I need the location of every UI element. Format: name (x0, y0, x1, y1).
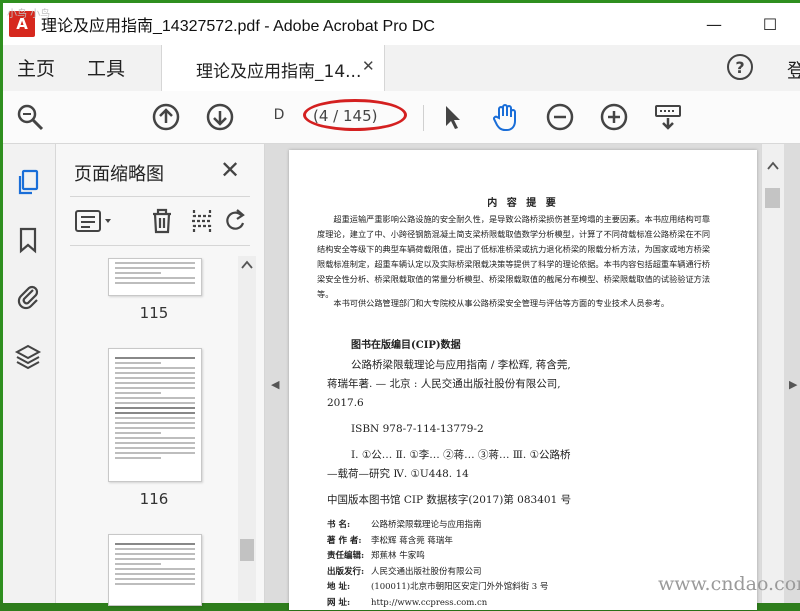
cip-line: —载荷—研究 Ⅳ. ①U448. 14 (327, 465, 707, 484)
navigation-rail (3, 144, 56, 603)
page-thumbnail[interactable] (108, 534, 202, 606)
bookmarks-icon[interactable] (14, 226, 42, 254)
document-view[interactable]: ◀ 内 容 提 要 超重运输严重影响公路设施的安全耐久性，是导致公路桥梁损伤甚至… (265, 144, 800, 603)
collapse-left-icon[interactable]: ◀ (271, 378, 279, 391)
scrollbar-thumb[interactable] (240, 539, 254, 561)
cip-heading: 图书在版编目(CIP)数据 (351, 336, 461, 351)
page-thumbnail-label: 115 (108, 304, 200, 322)
summary-audience: 本书可供公路管理部门和大专院校从事公路桥梁安全管理与评估等方面的专业技术人员参考… (317, 296, 717, 311)
summary-paragraph: 超重运输严重影响公路设施的安全耐久性，是导致公路桥梁损伤甚至垮塌的主要因素。本书… (317, 212, 717, 302)
scroll-up-icon[interactable] (238, 258, 256, 272)
page-number-input[interactable]: D (265, 107, 293, 129)
cip-line: 公路桥梁限载理论与应用指南 / 李松辉, 蒋含莞, (327, 356, 707, 375)
maximize-button[interactable]: ☐ (755, 11, 785, 37)
panel-title: 页面缩略图 (74, 160, 164, 186)
page-up-icon[interactable] (151, 102, 181, 132)
page-thumbnail[interactable] (108, 348, 202, 482)
collapse-right-icon[interactable]: ▶ (789, 378, 797, 391)
help-icon[interactable]: ? (727, 54, 753, 80)
zoom-out-icon[interactable] (545, 102, 575, 132)
publication-info: 书 名:公路桥梁限载理论与应用指南 著 作 者:李松辉 蒋含莞 蒋瑞年 责任编辑… (327, 518, 727, 611)
cip-line: Ⅰ. ①公… Ⅱ. ①李… ②蒋… ③蒋… Ⅲ. ①公路桥 (327, 446, 707, 465)
cip-block: 公路桥梁限载理论与应用指南 / 李松辉, 蒋含莞, 蒋瑞年著. — 北京 : 人… (327, 356, 707, 510)
thumbnail-toolbar (70, 196, 250, 246)
info-row: 著 作 者:李松辉 蒋含莞 蒋瑞年 (327, 534, 727, 550)
panel-close-icon[interactable]: ✕ (220, 156, 240, 184)
page-thumbnail-label: 116 (108, 490, 200, 508)
cip-isbn: ISBN 978-7-114-13779-2 (327, 420, 707, 439)
zoom-in-icon[interactable] (599, 102, 629, 132)
scrollbar-thumb[interactable] (765, 188, 780, 208)
select-arrow-icon[interactable] (437, 102, 467, 132)
info-row: 网 址:http://www.ccpress.com.cn (327, 596, 727, 611)
page-thumbnails-icon[interactable] (14, 168, 42, 196)
minimize-button[interactable]: — (699, 11, 729, 37)
red-annotation-ellipse (303, 99, 407, 131)
cip-line: 2017.6 (327, 394, 707, 413)
menu-tools[interactable]: 工具 (87, 54, 125, 81)
cip-line: 蒋瑞年著. — 北京 : 人民交通出版社股份有限公司, (327, 375, 707, 394)
document-scrollbar[interactable] (761, 144, 784, 603)
thumbnails-panel: 页面缩略图 ✕ 115 (56, 144, 265, 603)
layers-icon[interactable] (14, 342, 42, 370)
info-row: 书 名:公路桥梁限载理论与应用指南 (327, 518, 727, 534)
signin-label[interactable]: 登 (787, 56, 800, 83)
menu-bar: 主页 工具 理论及应用指南_14... ✕ ? 登 (3, 45, 800, 92)
info-row: 责任编辑:郑蕉林 牛家鸣 (327, 549, 727, 565)
pdf-page: 内 容 提 要 超重运输严重影响公路设施的安全耐久性，是导致公路桥梁损伤甚至垮塌… (289, 150, 757, 610)
window-frame: A 理论及应用指南_14327572.pdf - Adobe Acrobat P… (0, 0, 800, 600)
keyboard-icon[interactable] (653, 102, 683, 132)
document-tab[interactable]: 理论及应用指南_14... ✕ (161, 45, 385, 91)
scroll-up-icon[interactable] (762, 158, 784, 174)
summary-heading: 内 容 提 要 (289, 194, 757, 209)
corner-watermark: 小鸟 小鸟 (7, 5, 50, 20)
rotate-page-icon[interactable] (222, 207, 250, 235)
tab-close-icon[interactable]: ✕ (362, 57, 375, 75)
extract-page-icon[interactable] (188, 207, 216, 235)
window-title: 理论及应用指南_14327572.pdf - Adobe Acrobat Pro… (41, 12, 435, 36)
site-watermark: www.cndao.com (658, 573, 800, 595)
delete-page-icon[interactable] (148, 207, 176, 235)
thumbnail-options-icon[interactable] (74, 207, 114, 235)
page-down-icon[interactable] (205, 102, 235, 132)
hand-tool-icon[interactable] (491, 102, 521, 132)
thumbnail-scrollbar[interactable] (238, 256, 256, 601)
page-thumbnail[interactable] (108, 258, 202, 296)
menu-home[interactable]: 主页 (17, 54, 55, 81)
attachments-icon[interactable] (14, 282, 42, 310)
document-tab-label: 理论及应用指南_14... (196, 57, 361, 82)
title-bar: A 理论及应用指南_14327572.pdf - Adobe Acrobat P… (3, 3, 800, 46)
toolbar-divider (423, 105, 424, 131)
cip-line: 中国版本图书馆 CIP 数据核字(2017)第 083401 号 (327, 491, 707, 510)
search-zoom-icon[interactable] (15, 102, 45, 132)
